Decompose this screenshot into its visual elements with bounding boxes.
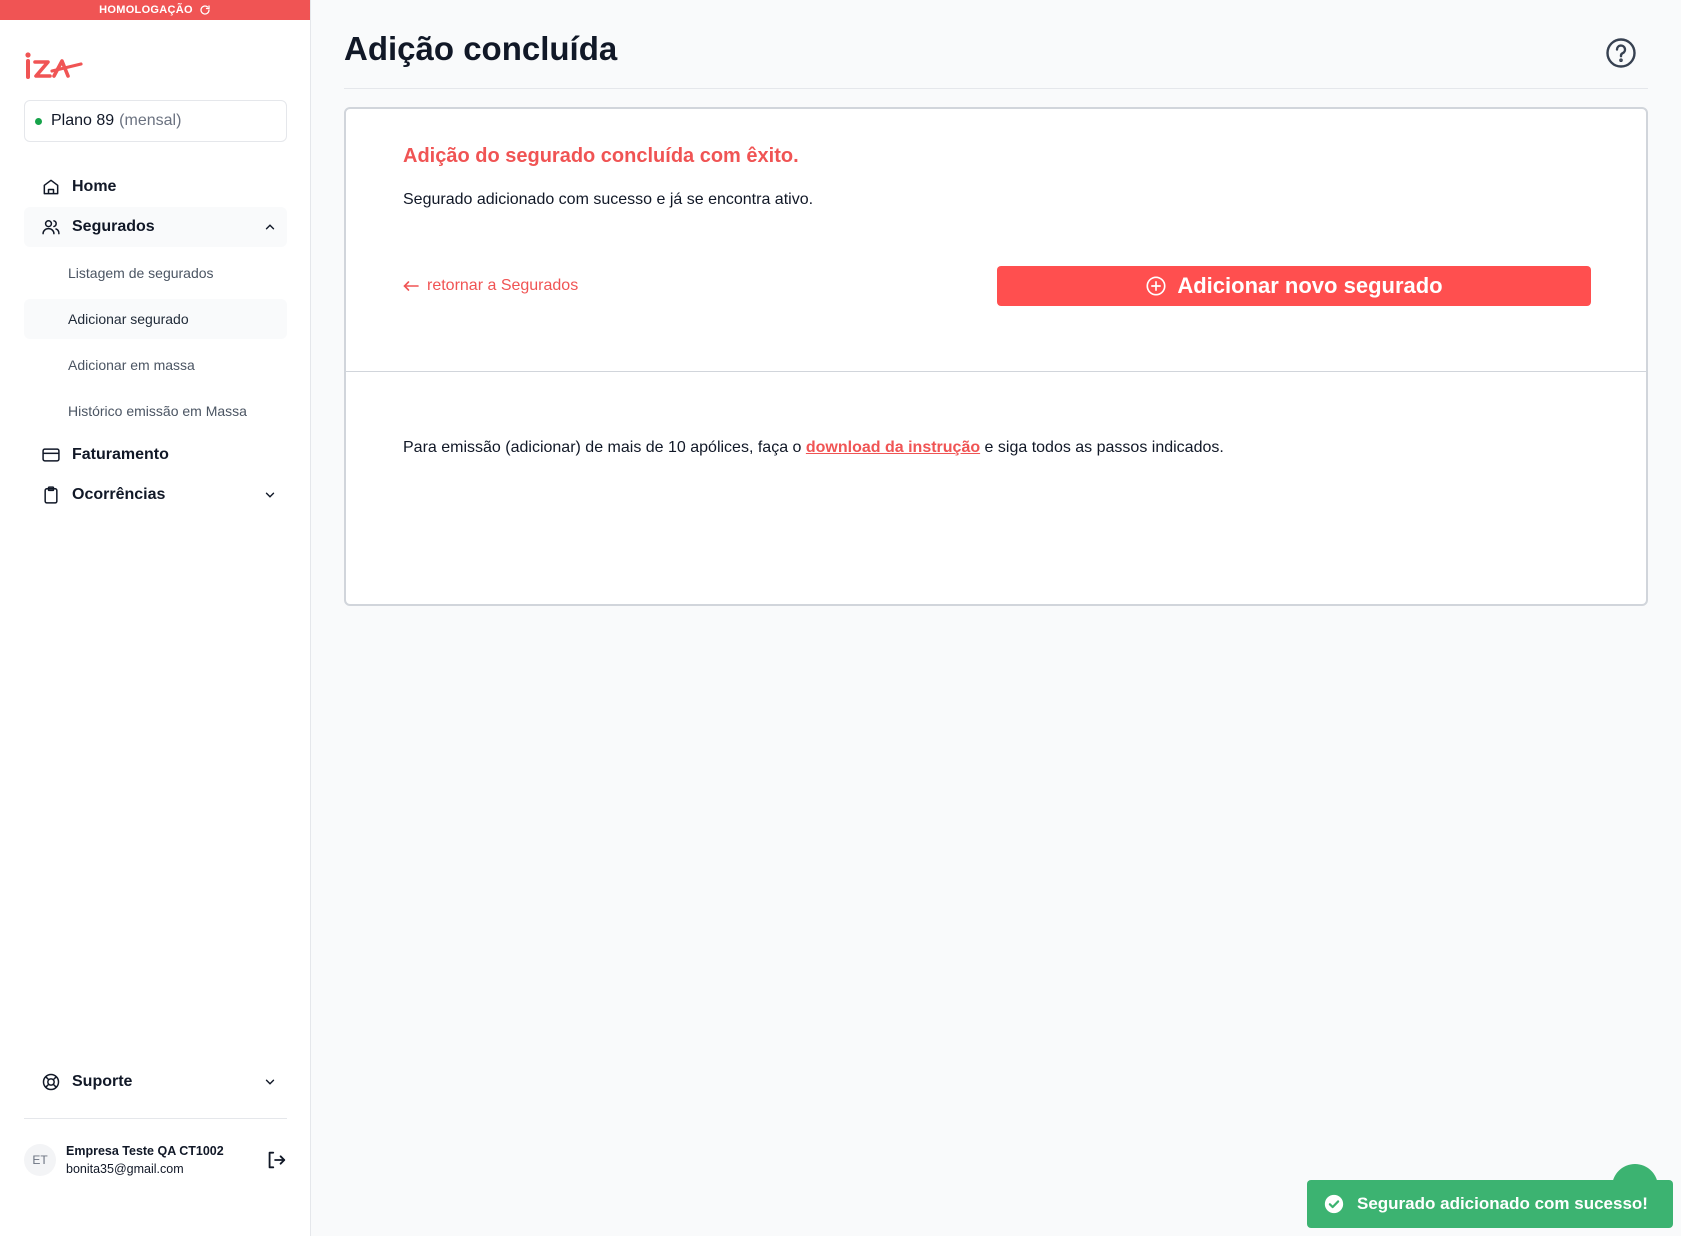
nav-label-segurados: Segurados [72, 218, 155, 235]
clipboard-icon [40, 484, 62, 506]
lifebuoy-icon [40, 1071, 62, 1093]
info-text-before: Para emissão (adicionar) de mais de 10 a… [403, 439, 806, 456]
title-divider [344, 88, 1648, 89]
toast-message: Segurado adicionado com sucesso! [1357, 1194, 1648, 1213]
nav-label-suporte: Suporte [72, 1073, 133, 1090]
sidebar-item-historico-emissao[interactable]: Histórico emissão em Massa [24, 391, 287, 431]
back-link-label: retornar a Segurados [427, 277, 579, 294]
user-email: bonita35@gmail.com [66, 1162, 184, 1176]
success-toast[interactable]: Segurado adicionado com sucesso! [1307, 1180, 1673, 1228]
nav-label-faturamento: Faturamento [72, 446, 169, 463]
support-section: Suporte [24, 1062, 287, 1102]
nav-item-home[interactable]: Home [24, 167, 287, 207]
refresh-icon[interactable] [199, 4, 211, 16]
chevron-down-icon[interactable] [263, 1075, 277, 1089]
arrow-left-icon [403, 281, 419, 291]
success-title: Adição do segurado concluída com êxito. [403, 145, 799, 167]
sidebar-item-listagem-segurados[interactable]: Listagem de segurados [24, 253, 287, 293]
nav-item-faturamento[interactable]: Faturamento [24, 435, 287, 475]
avatar: ET [24, 1144, 56, 1176]
user-profile: ET Empresa Teste QA CT1002 bonita35@gmai… [24, 1134, 287, 1186]
check-circle-icon [1324, 1194, 1344, 1214]
environment-label: HOMOLOGAÇÃO [99, 4, 193, 16]
add-new-insured-button[interactable]: Adicionar novo segurado [997, 266, 1591, 306]
sidebar: HOMOLOGAÇÃO Plano 89 (mensal) Home Segur… [0, 0, 311, 1236]
help-icon[interactable] [1604, 36, 1638, 70]
plan-status-dot [35, 117, 42, 125]
user-info: Empresa Teste QA CT1002 bonita35@gmail.c… [66, 1142, 224, 1178]
sidebar-item-adicionar-segurado[interactable]: Adicionar segurado [24, 299, 287, 339]
users-icon [40, 216, 62, 238]
iza-logo[interactable] [24, 50, 84, 87]
page-title: Adição concluída [344, 30, 618, 67]
credit-card-icon [40, 444, 62, 466]
download-instructions-link[interactable]: download da instrução [806, 439, 980, 456]
nav-item-suporte[interactable]: Suporte [24, 1062, 287, 1102]
main-nav: Home Segurados Listagem de segurados Adi… [24, 167, 287, 515]
plus-circle-icon [1146, 276, 1166, 296]
chevron-down-icon[interactable] [263, 488, 277, 502]
environment-banner: HOMOLOGAÇÃO [0, 0, 310, 20]
result-card: Adição do segurado concluída com êxito. … [344, 107, 1648, 606]
plan-selector[interactable]: Plano 89 (mensal) [24, 100, 287, 142]
logout-icon[interactable] [265, 1149, 287, 1171]
success-message: Segurado adicionado com sucesso e já se … [403, 191, 814, 208]
nav-label-ocorrencias: Ocorrências [72, 486, 166, 503]
nav-item-segurados[interactable]: Segurados [24, 207, 287, 247]
info-text-after: e siga todos as passos indicados. [980, 439, 1224, 456]
chevron-up-icon[interactable] [263, 220, 277, 234]
add-button-label: Adicionar novo segurado [1177, 273, 1443, 298]
plan-period: (mensal) [119, 112, 182, 129]
home-icon [40, 176, 62, 198]
card-divider [346, 371, 1646, 372]
sidebar-item-adicionar-em-massa[interactable]: Adicionar em massa [24, 345, 287, 385]
sidebar-divider [24, 1118, 287, 1119]
user-name: Empresa Teste QA CT1002 [66, 1144, 224, 1158]
back-to-segurados-link[interactable]: retornar a Segurados [403, 277, 578, 295]
nav-label-home: Home [72, 178, 117, 195]
bulk-instructions-text: Para emissão (adicionar) de mais de 10 a… [403, 439, 1224, 457]
nav-item-ocorrencias[interactable]: Ocorrências [24, 475, 287, 515]
plan-name: Plano 89 [51, 112, 115, 129]
